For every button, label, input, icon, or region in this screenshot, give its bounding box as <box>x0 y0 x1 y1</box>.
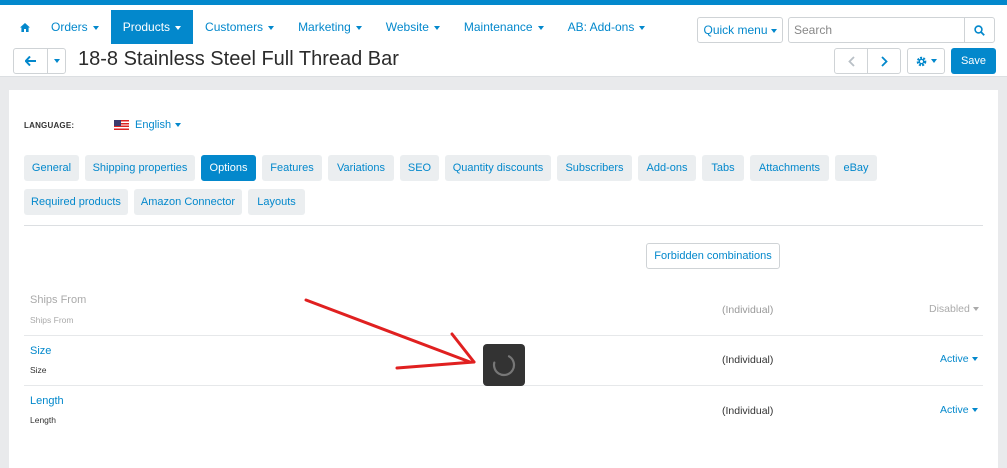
option-status-size[interactable]: Active <box>940 353 978 365</box>
chevron-down-icon <box>770 28 777 33</box>
option-name-length[interactable]: Length <box>30 395 64 407</box>
chevron-down-icon <box>433 25 440 30</box>
option-status-length[interactable]: Active <box>940 404 978 416</box>
option-name-ships-from[interactable]: Ships From <box>30 294 86 306</box>
arrow-left-icon <box>24 56 36 66</box>
nav-customers-label: Customers <box>205 20 264 34</box>
chevron-down-icon <box>355 25 362 30</box>
spinner-icon <box>492 353 516 377</box>
option-type-length: (Individual) <box>722 405 774 417</box>
search-input[interactable] <box>789 18 965 42</box>
next-product-button[interactable] <box>867 48 901 74</box>
chevron-down-icon <box>971 408 978 413</box>
option-status-label: Disabled <box>929 303 970 315</box>
nav-orders-label: Orders <box>51 20 88 34</box>
chevron-right-icon <box>880 55 888 67</box>
us-flag-icon <box>114 120 129 130</box>
chevron-down-icon <box>175 25 182 30</box>
save-button[interactable]: Save <box>951 48 996 74</box>
nav-addons[interactable]: AB: Add-ons <box>556 10 658 44</box>
nav-products-label: Products <box>122 20 171 34</box>
home-icon <box>20 23 30 33</box>
title-bar: 18-8 Stainless Steel Full Thread Bar Sav… <box>0 44 1007 77</box>
tab-variations[interactable]: Variations <box>328 155 394 181</box>
chevron-down-icon <box>53 59 60 63</box>
chevron-down-icon <box>930 59 937 63</box>
search-box <box>788 17 995 43</box>
tab-layouts[interactable]: Layouts <box>248 189 305 215</box>
quick-menu-button[interactable]: Quick menu <box>697 17 783 43</box>
option-status-ships-from[interactable]: Disabled <box>929 303 979 315</box>
chevron-left-icon <box>847 55 855 67</box>
chevron-down-icon <box>972 307 979 312</box>
tab-general[interactable]: General <box>24 155 79 181</box>
option-type-ships-from: (Individual) <box>722 304 774 316</box>
chevron-down-icon <box>971 357 978 362</box>
nav-addons-label: AB: Add-ons <box>567 20 635 34</box>
chevron-down-icon <box>175 123 182 127</box>
tab-options[interactable]: Options <box>201 155 256 181</box>
tab-required-products[interactable]: Required products <box>24 189 128 215</box>
loading-spinner <box>483 344 525 386</box>
option-status-label: Active <box>940 404 969 416</box>
nav-marketing-label: Marketing <box>298 20 351 34</box>
nav-home[interactable] <box>11 10 39 44</box>
chevron-down-icon <box>639 25 646 30</box>
search-button[interactable] <box>964 18 994 42</box>
gear-icon <box>916 56 926 66</box>
option-status-label: Active <box>940 353 969 365</box>
prev-product-button[interactable] <box>834 48 868 74</box>
nav-maintenance[interactable]: Maintenance <box>452 10 556 44</box>
option-type-size: (Individual) <box>722 354 774 366</box>
search-icon <box>974 24 985 36</box>
content-panel <box>9 90 998 468</box>
main-menu: Orders Products Customers Marketing Webs… <box>11 10 657 44</box>
tab-features[interactable]: Features <box>262 155 322 181</box>
tab-add-ons[interactable]: Add-ons <box>638 155 696 181</box>
chevron-down-icon <box>537 25 544 30</box>
option-sub-length: Length <box>30 415 56 425</box>
tab-attachments[interactable]: Attachments <box>750 155 829 181</box>
nav-maintenance-label: Maintenance <box>463 20 533 34</box>
option-sub-size: Size <box>30 365 47 375</box>
page-title: 18-8 Stainless Steel Full Thread Bar <box>78 48 399 70</box>
option-sub-ships-from: Ships From <box>30 315 74 325</box>
quick-menu-label: Quick menu <box>703 23 768 37</box>
back-dropdown-button[interactable] <box>47 48 66 74</box>
nav-marketing[interactable]: Marketing <box>286 10 374 44</box>
tab-quantity-discounts[interactable]: Quantity discounts <box>445 155 551 181</box>
forbidden-combinations-button[interactable]: Forbidden combinations <box>646 243 780 269</box>
tabs-divider <box>24 225 983 226</box>
tab-shipping-properties[interactable]: Shipping properties <box>85 155 195 181</box>
nav-customers[interactable]: Customers <box>193 10 286 44</box>
option-name-size[interactable]: Size <box>30 345 51 357</box>
language-value: English <box>135 119 172 131</box>
language-label: LANGUAGE: <box>24 121 75 130</box>
language-selector[interactable]: English <box>114 119 182 131</box>
nav-website[interactable]: Website <box>374 10 452 44</box>
tab-seo[interactable]: SEO <box>400 155 439 181</box>
chevron-down-icon <box>268 25 275 30</box>
back-button[interactable] <box>13 48 48 74</box>
nav-orders[interactable]: Orders <box>39 10 111 44</box>
top-navigation: Orders Products Customers Marketing Webs… <box>0 0 1007 44</box>
nav-website-label: Website <box>385 20 429 34</box>
row-divider <box>24 335 983 336</box>
tab-amazon-connector[interactable]: Amazon Connector <box>134 189 242 215</box>
nav-products[interactable]: Products <box>110 10 194 44</box>
chevron-down-icon <box>92 25 99 30</box>
settings-dropdown-button[interactable] <box>907 48 945 74</box>
tab-tabs[interactable]: Tabs <box>702 155 744 181</box>
tab-subscribers[interactable]: Subscribers <box>557 155 632 181</box>
tab-ebay[interactable]: eBay <box>835 155 877 181</box>
